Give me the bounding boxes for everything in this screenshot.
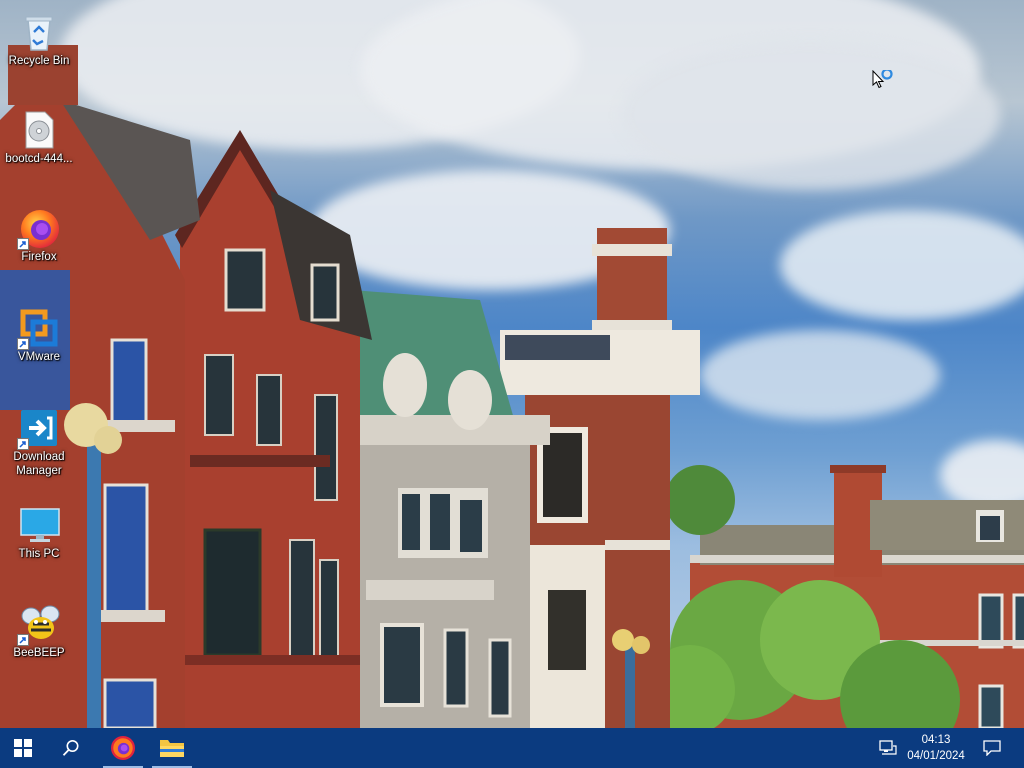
bee-icon [17, 604, 60, 646]
firefox-icon [111, 736, 135, 760]
desktop-icon-download-manager[interactable]: Download Manager [2, 408, 76, 478]
folder-icon [160, 740, 184, 757]
taskbar-clock[interactable]: 04:13 04/01/2024 [902, 728, 970, 768]
desktop-wallpaper [0, 0, 1024, 728]
desktop-icon-beebeep[interactable]: BeeBEEP [2, 604, 76, 660]
desktop-icon-vmware[interactable]: VMware [2, 308, 76, 364]
clock-time: 04:13 [921, 734, 951, 746]
computer-monitor-icon [19, 505, 60, 545]
desktop-icon-recycle-bin[interactable]: Recycle Bin [2, 12, 76, 68]
action-center-icon [983, 740, 1001, 756]
windows-start-icon [14, 739, 32, 757]
taskbar-app-file-explorer[interactable] [152, 728, 192, 768]
taskbar-app-firefox[interactable] [103, 728, 143, 768]
desktop-icon-label: bootcd-444... [5, 153, 73, 165]
download-manager-icon [17, 408, 59, 450]
recycle-bin-icon [19, 12, 59, 52]
desktop-icon-bootcd[interactable]: bootcd-444... [2, 110, 76, 166]
shortcut-arrow-icon [17, 438, 29, 450]
vmware-icon [17, 308, 59, 350]
desktop-icon-label: Recycle Bin [8, 55, 70, 67]
rowhouse-scene [0, 45, 1024, 728]
desktop-icon-label: VMware [17, 351, 61, 363]
search-icon [62, 740, 79, 756]
taskbar: 04:13 04/01/2024 [0, 728, 1024, 768]
desktop-icon-label: Firefox [21, 251, 57, 263]
start-button[interactable] [0, 728, 46, 768]
desktop-icon-label: Download Manager [13, 451, 65, 477]
desktop-icon-this-pc[interactable]: This PC [2, 505, 76, 561]
network-icon [879, 740, 897, 755]
action-center-button[interactable] [978, 728, 1006, 768]
network-status-button[interactable] [874, 728, 902, 768]
busy-cursor-icon [872, 68, 896, 94]
search-button[interactable] [48, 728, 94, 768]
shortcut-arrow-icon [17, 338, 29, 350]
shortcut-arrow-icon [17, 634, 29, 646]
clock-date: 04/01/2024 [907, 750, 965, 762]
firefox-icon [17, 208, 59, 250]
desktop-icon-label: BeeBEEP [13, 647, 65, 659]
desktop-icon-firefox[interactable]: Firefox [2, 208, 76, 264]
disc-image-icon [19, 110, 59, 150]
shortcut-arrow-icon [17, 238, 29, 250]
desktop-icon-label: This PC [18, 548, 60, 560]
